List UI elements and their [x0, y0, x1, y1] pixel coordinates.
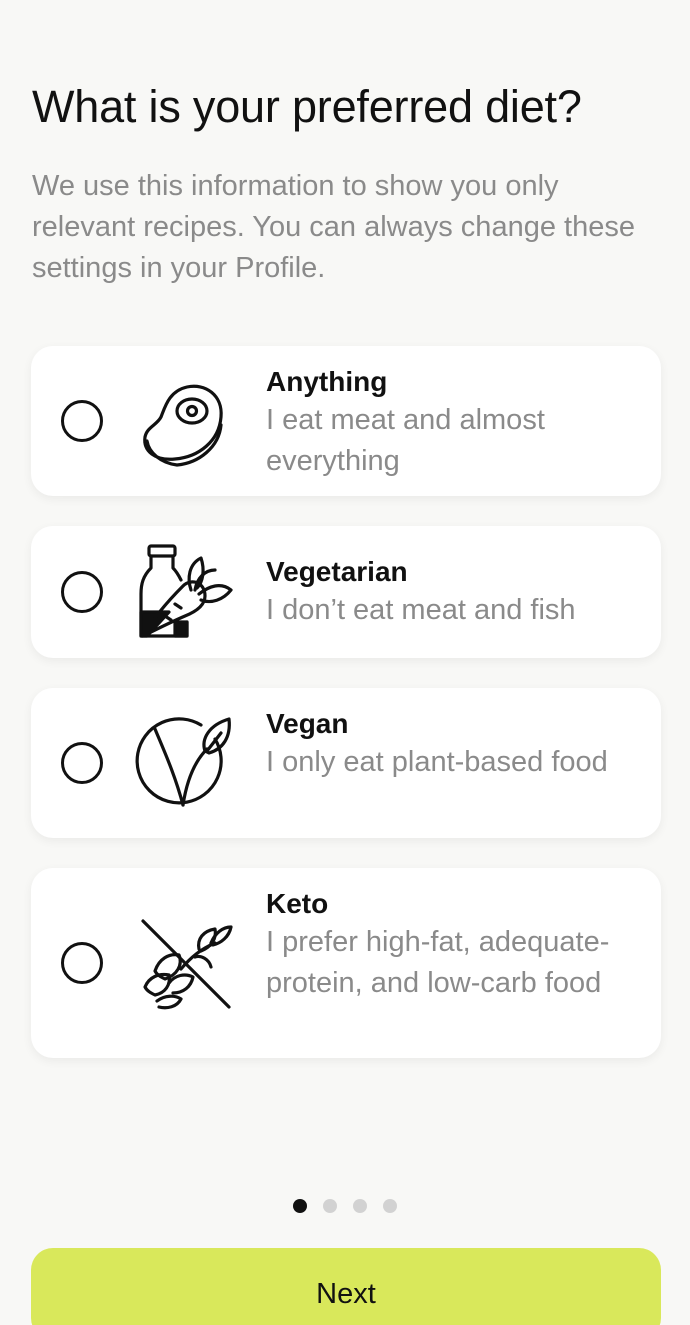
- option-text: Keto I prefer high-fat, adequate-protein…: [266, 886, 636, 1004]
- option-title: Vegetarian: [266, 556, 408, 587]
- option-title: Anything: [266, 366, 388, 397]
- vegan-leaf-icon: [135, 713, 235, 813]
- option-description: I don’t eat meat and fish: [266, 594, 576, 626]
- diet-option-anything[interactable]: Anything I eat meat and almost everythin…: [31, 346, 661, 496]
- diet-option-vegetarian[interactable]: Vegetarian I don’t eat meat and fish: [31, 526, 661, 658]
- milk-carrot-icon: [135, 542, 235, 642]
- radio-anything[interactable]: [61, 400, 103, 442]
- option-text: Vegetarian I don’t eat meat and fish: [266, 554, 636, 631]
- page-dot-active: [293, 1199, 307, 1213]
- option-title: Vegan: [266, 708, 349, 739]
- option-text: Anything I eat meat and almost everythin…: [266, 364, 636, 482]
- page-dot: [383, 1199, 397, 1213]
- option-text: Vegan I only eat plant-based food: [266, 706, 636, 783]
- radio-keto[interactable]: [61, 942, 103, 984]
- page-title: What is your preferred diet?: [32, 81, 582, 132]
- radio-vegan[interactable]: [61, 742, 103, 784]
- diet-option-keto[interactable]: Keto I prefer high-fat, adequate-protein…: [31, 868, 661, 1058]
- page-indicator: [0, 1199, 690, 1213]
- no-carbs-icon: [135, 913, 235, 1013]
- steak-icon: [135, 371, 235, 471]
- diet-onboarding-screen: What is your preferred diet? We use this…: [0, 0, 690, 1325]
- option-description: I only eat plant-based food: [266, 746, 608, 778]
- radio-vegetarian[interactable]: [61, 571, 103, 613]
- page-dot: [353, 1199, 367, 1213]
- option-title: Keto: [266, 888, 329, 919]
- diet-option-vegan[interactable]: Vegan I only eat plant-based food: [31, 688, 661, 838]
- option-description: I prefer high-fat, adequate-protein, and…: [266, 926, 610, 999]
- next-button[interactable]: Next: [31, 1248, 661, 1325]
- option-description: I eat meat and almost everything: [266, 404, 545, 477]
- page-subtitle: We use this information to show you only…: [32, 170, 635, 284]
- page-dot: [323, 1199, 337, 1213]
